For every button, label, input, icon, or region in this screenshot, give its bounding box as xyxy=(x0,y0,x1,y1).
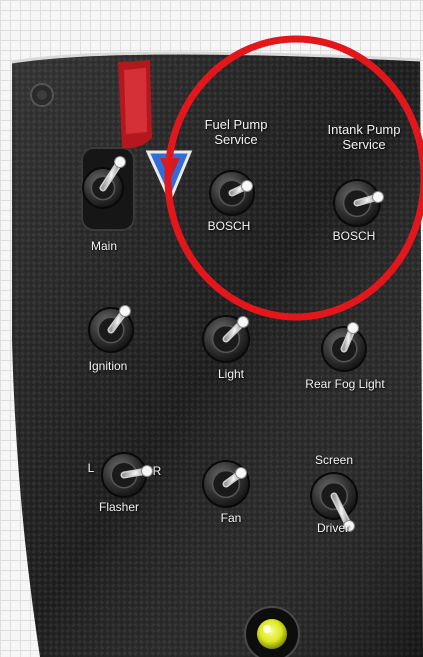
toggle-switch-icon xyxy=(347,322,359,334)
intank-pump-service-label: Intank Pump Service xyxy=(327,122,401,153)
driver-label: Driver xyxy=(317,521,349,535)
light-label: Light xyxy=(217,367,245,381)
flasher-label: Flasher xyxy=(98,500,140,514)
bosch-label-intank: BOSCH xyxy=(332,229,376,243)
fan-label: Fan xyxy=(220,511,242,525)
toggle-switch-icon xyxy=(237,316,249,328)
rear-fog-light-label: Rear Fog Light xyxy=(305,377,385,391)
fuel-pump-service-line1: Fuel Pump xyxy=(204,117,268,132)
indicator-light-icon xyxy=(244,606,300,657)
fan-switch[interactable] xyxy=(202,460,250,508)
fuel-pump-service-line2: Service xyxy=(214,131,258,147)
toggle-switch-icon xyxy=(119,305,131,317)
fuel-pump-service-label: Fuel Pump Service xyxy=(204,117,268,148)
toggle-switch-icon xyxy=(114,156,126,168)
toggle-switch-icon xyxy=(372,191,384,203)
light-switch[interactable] xyxy=(202,315,250,363)
toggle-switch-icon xyxy=(141,465,153,477)
toggle-switch-icon xyxy=(241,180,253,192)
fuel-pump-switch[interactable] xyxy=(209,170,255,216)
screw-icon xyxy=(30,83,54,107)
main-label: Main xyxy=(90,239,118,253)
flasher-right-label: R xyxy=(152,464,162,478)
flasher-left-label: L xyxy=(87,461,95,475)
switch-panel-photo: Fuel Pump Service Intank Pump Service BO… xyxy=(0,0,423,657)
intank-pump-service-line1: Intank Pump xyxy=(327,122,401,137)
ignition-label: Ignition xyxy=(88,359,128,373)
screen-label: Screen xyxy=(314,453,354,467)
toggle-switch-icon xyxy=(235,467,247,479)
intank-pump-service-line2: Service xyxy=(342,136,386,152)
bosch-label-fuel: BOSCH xyxy=(207,219,251,233)
